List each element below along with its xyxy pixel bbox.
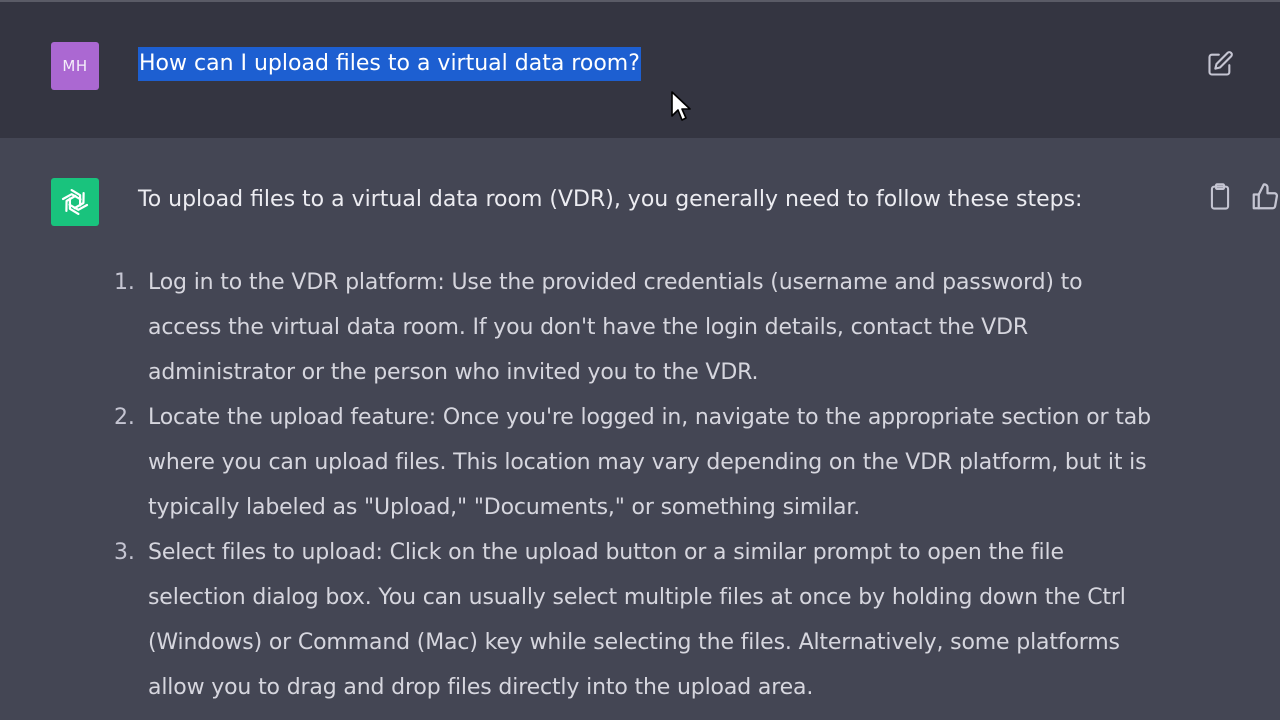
step-line: allow you to drag and drop files directl… [148, 675, 814, 700]
assistant-avatar [51, 178, 99, 226]
step-line: Log in to the VDR platform: Use the prov… [148, 270, 1083, 295]
step-line: where you can upload files. This locatio… [148, 450, 1147, 475]
steps-list: 1. Log in to the VDR platform: Use the p… [108, 260, 1188, 710]
step-line: Locate the upload feature: Once you're l… [148, 405, 1151, 430]
user-message-text: How can I upload files to a virtual data… [138, 47, 641, 81]
clipboard-icon[interactable] [1206, 182, 1234, 212]
assistant-message: To upload files to a virtual data room (… [0, 138, 1280, 720]
user-message: MH How can I upload files to a virtual d… [0, 0, 1280, 138]
openai-logo-icon [61, 188, 89, 216]
step-line: access the virtual data room. If you don… [148, 315, 1029, 340]
user-avatar: MH [51, 42, 99, 90]
step-line: (Windows) or Command (Mac) key while sel… [148, 630, 1120, 655]
assistant-intro-text: To upload files to a virtual data room (… [138, 187, 1083, 212]
step-number: 3. [114, 540, 135, 565]
step-item: 3. Select files to upload: Click on the … [108, 530, 1188, 710]
mouse-cursor-icon [671, 91, 691, 121]
step-number: 1. [114, 270, 135, 295]
step-line: typically labeled as "Upload," "Document… [148, 495, 861, 520]
step-line: selection dialog box. You can usually se… [148, 585, 1126, 610]
thumbs-up-icon[interactable] [1250, 182, 1280, 212]
step-number: 2. [114, 405, 135, 430]
user-avatar-initials: MH [62, 57, 88, 75]
step-item: 1. Log in to the VDR platform: Use the p… [108, 260, 1188, 395]
step-line: administrator or the person who invited … [148, 360, 759, 385]
step-item: 2. Locate the upload feature: Once you'r… [108, 395, 1188, 530]
edit-icon[interactable] [1206, 50, 1234, 78]
step-line: Select files to upload: Click on the upl… [148, 540, 1064, 565]
